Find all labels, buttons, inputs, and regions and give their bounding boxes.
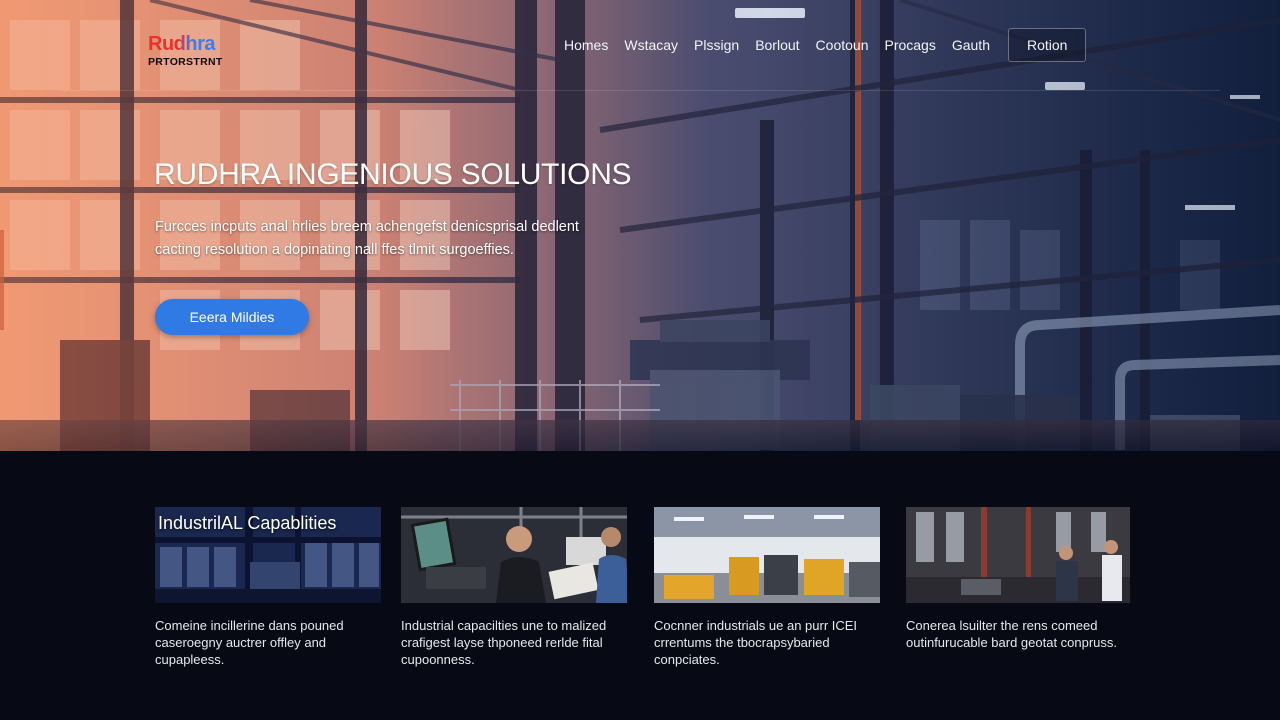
nav-item-homes[interactable]: Homes — [556, 37, 616, 53]
brand-logo[interactable]: Rudhra PRTORSTRNT — [148, 34, 223, 68]
card-heading: IndustrilAL Capablities — [158, 513, 337, 533]
card-image-engineers-laptop — [401, 507, 627, 603]
card-description: Comeine incillerine dans pouned caseroeg… — [155, 618, 344, 667]
nav-cta-button[interactable]: Rotion — [1007, 28, 1087, 62]
nav-item-wstacay[interactable]: Wstacay — [616, 37, 686, 53]
hero-cta-button[interactable]: Eeera Mildies — [155, 299, 309, 335]
card-image-workshop-machines — [654, 507, 880, 603]
hero-title: RUDHRA INGENIOUS SOLUTIONS — [154, 158, 632, 191]
nav-item-gauth[interactable]: Gauth — [944, 37, 998, 53]
logo-tagline: PRTORSTRNT — [148, 56, 223, 68]
logo-wordmark: Rudhra — [148, 34, 223, 54]
card-image-factory-floor — [906, 507, 1132, 603]
header-divider — [60, 90, 1220, 91]
capability-card[interactable]: Conerea lsuilter the rens comeed outinfu… — [906, 507, 1132, 651]
capability-card[interactable]: Cocnner industrials ue an purr ICEI crre… — [654, 507, 880, 668]
card-image-industrial-plant: IndustrilAL Capablities — [155, 507, 381, 603]
capability-card[interactable]: Industrial capacilties une to malized cr… — [401, 507, 627, 668]
card-description: Industrial capacilties une to malized cr… — [401, 618, 607, 667]
main-navigation: Homes Wstacay Plssign Borlout Cootoun Pr… — [556, 28, 1087, 62]
card-description: Cocnner industrials ue an purr ICEI crre… — [654, 618, 858, 667]
hero-description: Furcces incputs anal hrlies breem acheng… — [155, 219, 579, 258]
card-description: Conerea lsuilter the rens comeed outinfu… — [906, 618, 1118, 650]
capabilities-section: IndustrilAL Capablities Comeine inciller… — [0, 451, 1280, 720]
nav-item-borlout[interactable]: Borlout — [747, 37, 807, 53]
nav-item-procags[interactable]: Procags — [876, 37, 943, 53]
nav-item-cootoun[interactable]: Cootoun — [808, 37, 877, 53]
nav-item-plssign[interactable]: Plssign — [686, 37, 747, 53]
capability-card[interactable]: IndustrilAL Capablities Comeine inciller… — [155, 507, 381, 668]
